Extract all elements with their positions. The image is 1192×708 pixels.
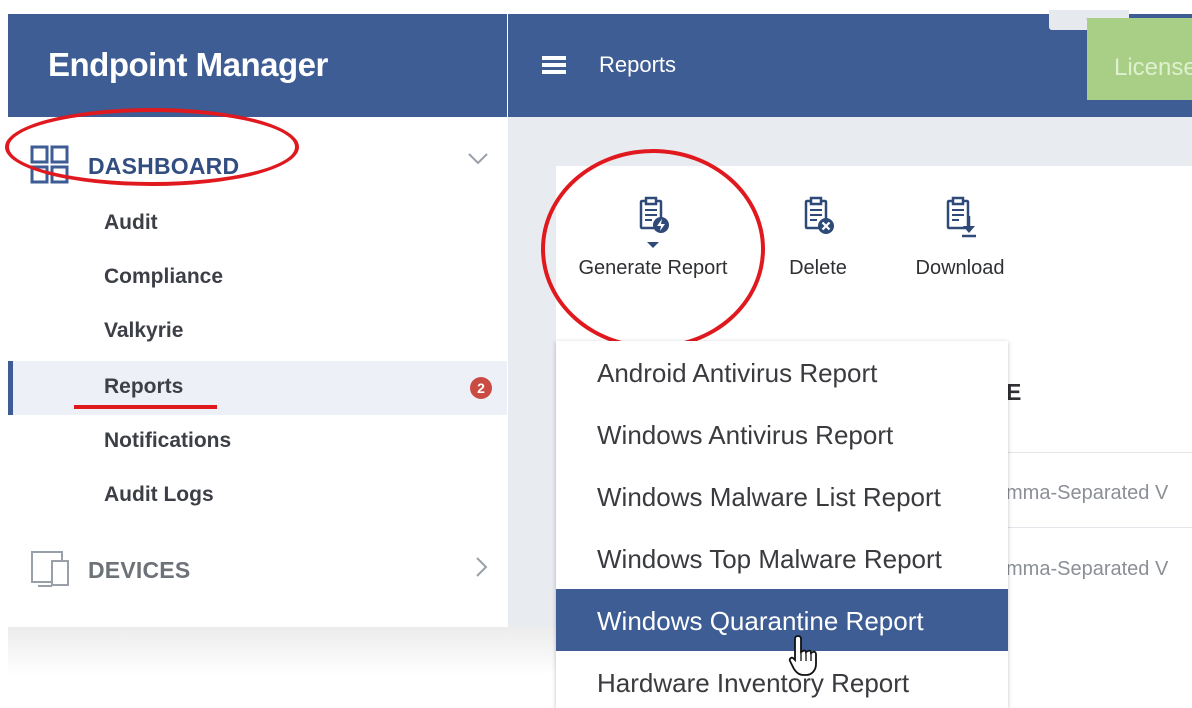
menu-item-label: Windows Quarantine Report (597, 606, 924, 636)
sidebar-item-label: Audit Logs (104, 483, 214, 506)
chevron-down-icon (467, 152, 489, 171)
chevron-right-icon (475, 556, 489, 583)
page-title: Reports (599, 52, 677, 77)
sidebar-item-label: Reports (104, 375, 184, 398)
sidebar-group-label: DEVICES (88, 557, 191, 583)
sidebar-item-compliance[interactable]: Compliance (8, 251, 507, 305)
sidebar-item-audit-logs[interactable]: Audit Logs (8, 469, 507, 523)
brand-bar: Endpoint Manager (8, 14, 507, 117)
table-divider (1006, 452, 1192, 453)
devices-icon (30, 549, 72, 594)
sidebar-item-label: Audit (104, 211, 158, 234)
menu-item-windows-quarantine-report[interactable]: Windows Quarantine Report (556, 589, 1008, 651)
sidebar-item-audit[interactable]: Audit (8, 197, 507, 251)
menu-item-label: Android Antivirus Report (597, 358, 878, 388)
annotation-underline (74, 405, 217, 409)
menu-item-windows-antivirus-report[interactable]: Windows Antivirus Report (556, 403, 1008, 465)
hand-cursor-icon (788, 634, 822, 683)
sidebar-item-label: Valkyrie (104, 319, 184, 342)
license-button[interactable]: License (1087, 18, 1192, 100)
report-generate-icon (570, 196, 736, 259)
menu-item-windows-malware-list-report[interactable]: Windows Malware List Report (556, 465, 1008, 527)
report-delete-icon (778, 196, 858, 245)
menu-item-label: Windows Top Malware Report (597, 544, 942, 574)
sidebar-item-valkyrie[interactable]: Valkyrie (8, 305, 507, 359)
generate-report-menu: Android Antivirus Report Windows Antivir… (556, 341, 1008, 708)
sidebar-item-label: Notifications (104, 429, 232, 452)
menu-item-label: Windows Malware List Report (597, 482, 941, 512)
generate-report-button[interactable]: Generate Report (570, 196, 736, 280)
app-title: Endpoint Manager (48, 46, 328, 83)
sidebar: DASHBOARD Audit Compliance Valkyrie Repo… (8, 117, 507, 627)
download-label: Download (915, 257, 1005, 279)
sidebar-item-label: Compliance (104, 265, 224, 288)
menu-item-android-antivirus-report[interactable]: Android Antivirus Report (556, 341, 1008, 403)
sidebar-item-notifications[interactable]: Notifications (8, 415, 507, 469)
notification-badge: 2 (470, 377, 492, 399)
menu-item-label: Hardware Inventory Report (597, 668, 910, 698)
top-bar: Reports ⌄ License (508, 10, 1192, 117)
delete-button[interactable]: Delete (778, 196, 858, 280)
download-button[interactable]: Download (900, 196, 1020, 280)
menu-item-windows-top-malware-report[interactable]: Windows Top Malware Report (556, 527, 1008, 589)
table-divider (1006, 527, 1192, 528)
generate-report-label: Generate Report (578, 257, 728, 279)
page-fade (8, 627, 556, 708)
menu-item-hardware-inventory-report[interactable]: Hardware Inventory Report (556, 651, 1008, 708)
table-cell: mma-Separated V (1006, 482, 1169, 504)
sidebar-group-label: DASHBOARD (88, 153, 240, 179)
sidebar-group-devices[interactable]: DEVICES (8, 531, 507, 591)
menu-icon[interactable] (542, 56, 566, 74)
report-download-icon (900, 196, 1020, 245)
sidebar-group-dashboard[interactable]: DASHBOARD (8, 127, 507, 187)
grid-icon (30, 145, 70, 190)
table-column-header: E (1006, 379, 1022, 405)
menu-item-label: Windows Antivirus Report (597, 420, 894, 450)
table-cell: mma-Separated V (1006, 558, 1169, 580)
delete-label: Delete (789, 257, 847, 279)
